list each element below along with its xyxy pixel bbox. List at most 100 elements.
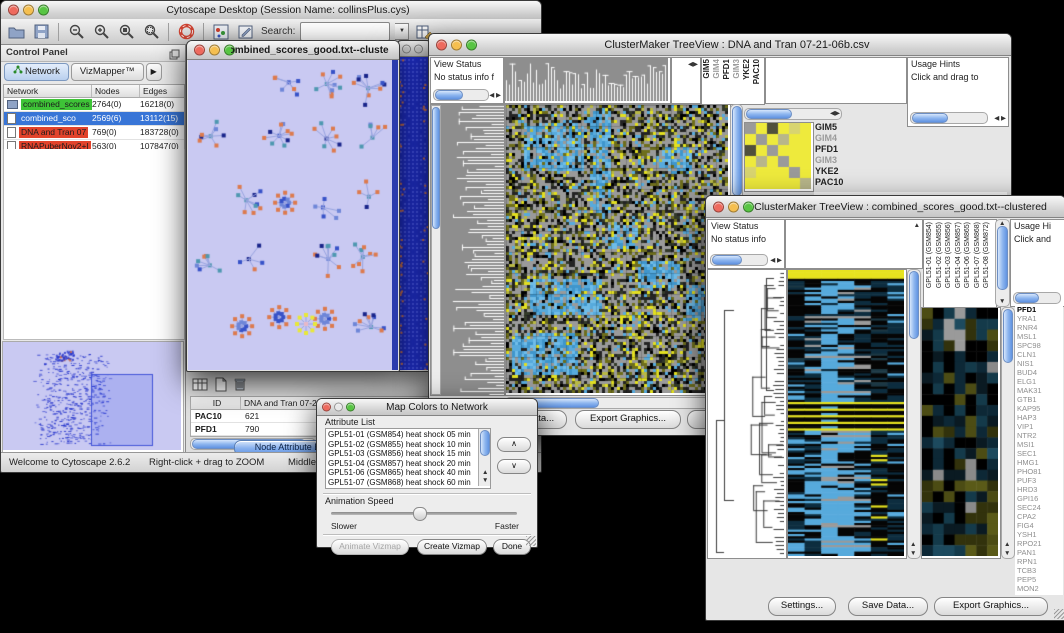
network-overview-panel[interactable] <box>2 341 184 453</box>
network-list-row[interactable]: DNA and Tran 07769(0)183728(0) <box>4 126 184 140</box>
gene-list-item[interactable]: PFD1 <box>1015 305 1063 314</box>
network-graph-canvas[interactable] <box>188 60 392 370</box>
tv1-zoom-heatmap[interactable] <box>744 122 814 192</box>
gene-list-item[interactable]: PUF3 <box>1015 476 1063 485</box>
attribute-list-item[interactable]: GPL51-06 (GSM865) heat shock 40 min <box>326 468 478 478</box>
background-window-titlebar[interactable] <box>398 41 430 57</box>
tv1-dendro-vscrollbar[interactable] <box>431 105 441 395</box>
network-table-header[interactable]: Network Nodes Edges <box>4 85 184 98</box>
gene-list-item[interactable]: MON2 <box>1015 584 1063 593</box>
attribute-select-icon[interactable] <box>192 377 209 397</box>
zoom-out-icon[interactable] <box>66 22 86 42</box>
attribute-list-item[interactable]: GPL51-07 (GSM868) heat shock 60 min <box>326 478 478 488</box>
gene-list-item[interactable]: RNR4 <box>1015 323 1063 332</box>
zoom-selected-icon[interactable] <box>116 22 136 42</box>
help-lifering-icon[interactable] <box>176 22 196 42</box>
gene-list-item[interactable]: HRD3 <box>1015 485 1063 494</box>
tab-vizmapper[interactable]: VizMapper™ <box>71 63 144 81</box>
tv1-row-dendrogram[interactable] <box>430 104 505 396</box>
minimize-icon[interactable] <box>728 201 739 212</box>
network-name-cell[interactable]: DNA and Tran 07 <box>4 126 92 139</box>
minimize-icon[interactable] <box>209 45 220 56</box>
save-session-button[interactable] <box>31 22 51 42</box>
move-attribute-up-button[interactable]: ∧ <box>497 437 531 452</box>
close-icon[interactable] <box>402 44 411 53</box>
attribute-list-vscrollbar[interactable]: ▲ ▼ <box>478 429 490 486</box>
close-icon[interactable] <box>322 403 331 412</box>
gene-list-item[interactable]: HAP3 <box>1015 413 1063 422</box>
open-session-button[interactable] <box>6 22 26 42</box>
tv2-global-heatmap-canvas[interactable] <box>788 270 904 556</box>
gene-list-item[interactable]: MSL1 <box>1015 332 1063 341</box>
close-icon[interactable] <box>8 5 19 16</box>
gene-list-item[interactable]: YSH1 <box>1015 530 1063 539</box>
tv1-usage-hscrollbar[interactable] <box>910 112 988 124</box>
treeview1-titlebar[interactable]: ClusterMaker TreeView : DNA and Tran 07-… <box>429 34 1011 56</box>
scroll-arrows-icon[interactable]: ◀ ▶ <box>770 257 782 265</box>
animation-speed-slider-thumb[interactable] <box>413 507 427 521</box>
tv2-row-dendrogram-canvas[interactable] <box>708 270 784 556</box>
tv1-column-dendrogram[interactable] <box>504 57 671 104</box>
network-view-right-scroll-strip[interactable] <box>392 60 398 370</box>
scroll-arrows-icon[interactable]: ▲ <box>914 222 920 230</box>
background-network-window[interactable] <box>397 40 431 372</box>
gene-list-item[interactable]: HMG1 <box>1015 458 1063 467</box>
col-network[interactable]: Network <box>4 85 92 97</box>
tab-network[interactable]: Network <box>4 63 69 81</box>
network-view-titlebar[interactable]: combined_scores_good.txt--cluste... <box>187 41 399 60</box>
search-dropdown-icon[interactable]: ▼ <box>395 23 409 40</box>
col-edges[interactable]: Edges <box>140 85 184 97</box>
attribute-list-item[interactable]: GPL51-03 (GSM856) heat shock 15 min <box>326 449 478 459</box>
scroll-arrows-icon[interactable]: ◀ ▶ <box>994 115 1006 123</box>
network-overview-canvas[interactable] <box>3 342 181 450</box>
gene-list-item[interactable]: RPN1 <box>1015 557 1063 566</box>
scroll-down-icon[interactable]: ▼ <box>1004 550 1010 558</box>
attribute-list-item[interactable]: GPL51-04 (GSM857) heat shock 20 min <box>326 459 478 469</box>
resize-grip[interactable] <box>526 536 536 546</box>
window-controls[interactable] <box>8 5 49 16</box>
scroll-up-icon[interactable]: ▲ <box>910 541 916 549</box>
minimize-icon[interactable] <box>414 44 423 53</box>
scroll-up-icon[interactable]: ▲ <box>482 469 488 477</box>
tv2-zoom-heatmap-canvas[interactable] <box>922 308 998 556</box>
tv2-gene-list[interactable]: PFD1YRA1RNR4MSL1SPC98CLN1NIS1BUD4ELG1MAK… <box>1015 305 1063 595</box>
treeview2-titlebar[interactable]: ClusterMaker TreeView : combined_scores_… <box>706 196 1064 218</box>
gene-list-item[interactable]: NTR2 <box>1015 431 1063 440</box>
attribute-list-item[interactable]: GPL51-02 (GSM855) heat shock 10 min <box>326 440 478 450</box>
create-vizmap-button[interactable]: Create Vizmap <box>417 539 487 555</box>
gene-list-item[interactable]: TCB3 <box>1015 566 1063 575</box>
close-icon[interactable] <box>436 39 447 50</box>
tv1-row-dendrogram-canvas[interactable] <box>440 105 504 395</box>
gene-list-item[interactable]: FIG4 <box>1015 521 1063 530</box>
gene-list-item[interactable]: GTB1 <box>1015 395 1063 404</box>
move-attribute-down-button[interactable]: ∨ <box>497 459 531 474</box>
scroll-down-icon[interactable]: ▼ <box>999 298 1005 306</box>
gene-list-item[interactable]: CPA2 <box>1015 512 1063 521</box>
gene-list-item[interactable]: NIS1 <box>1015 359 1063 368</box>
tv1-global-heatmap[interactable] <box>505 104 731 396</box>
map-colors-dialog[interactable]: Map Colors to Network Attribute List GPL… <box>316 398 538 548</box>
tv1-export-graphics-button[interactable]: Export Graphics... <box>575 410 681 429</box>
main-titlebar[interactable]: Cytoscape Desktop (Session Name: collins… <box>1 1 541 20</box>
gene-list-item[interactable]: SEC24 <box>1015 503 1063 512</box>
gene-list-item[interactable]: ELG1 <box>1015 377 1063 386</box>
treeview2-window[interactable]: ClusterMaker TreeView : combined_scores_… <box>705 195 1064 621</box>
tv2-save-data-button[interactable]: Save Data... <box>848 597 928 616</box>
tv2-export-graphics-button[interactable]: Export Graphics... <box>934 597 1048 616</box>
tv2-settings-button[interactable]: Settings... <box>768 597 836 616</box>
tv2-heatmap-vscrollbar[interactable]: ▲ ▼ <box>907 269 921 559</box>
attribute-listbox[interactable]: GPL51-01 (GSM854) heat shock 05 minGPL51… <box>325 428 491 489</box>
gene-list-item[interactable]: RPO21 <box>1015 539 1063 548</box>
zoom-in-icon[interactable] <box>91 22 111 42</box>
annotation-icon[interactable] <box>236 22 256 42</box>
col-id[interactable]: ID <box>191 397 241 409</box>
gene-list-item[interactable]: PHO81 <box>1015 467 1063 476</box>
vizmapper-icon[interactable] <box>211 22 231 42</box>
gene-list-item[interactable]: VIP1 <box>1015 422 1063 431</box>
tv1-column-dendrogram-canvas[interactable] <box>505 58 668 101</box>
minimize-icon[interactable] <box>23 5 34 16</box>
scroll-up-icon[interactable]: ▲ <box>999 220 1005 228</box>
tv2-labels-vscrollbar[interactable]: ▲ ▼ <box>995 219 1010 307</box>
dialog-titlebar[interactable]: Map Colors to Network <box>317 399 537 416</box>
tv2-row-dendrogram[interactable] <box>707 269 787 559</box>
